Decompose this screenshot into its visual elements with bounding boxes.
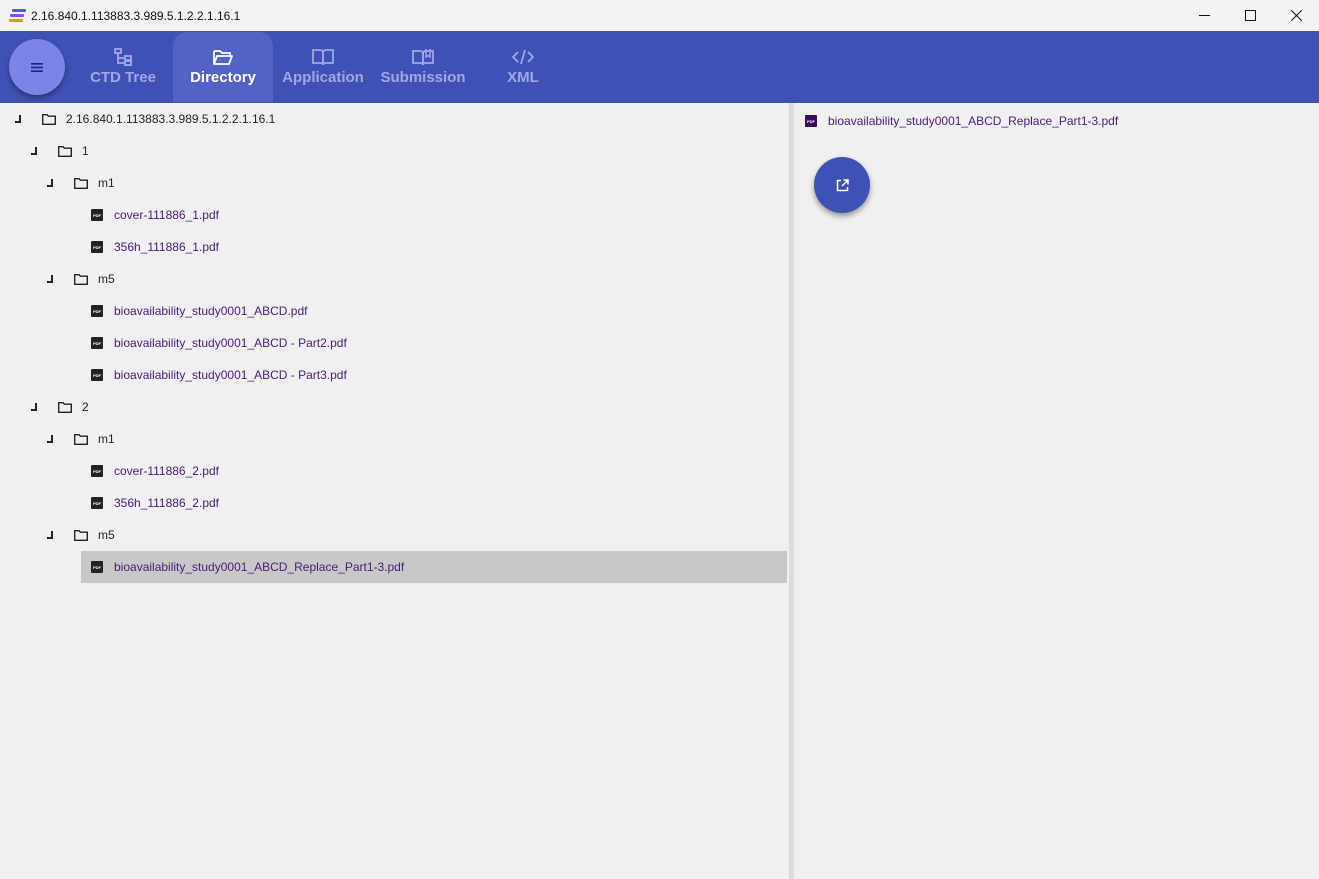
tree-node-file[interactable]: bioavailability_study0001_ABCD - Part3.p… [114,359,347,391]
selected-file-header: PDF bioavailability_study0001_ABCD_Repla… [805,113,1118,129]
tab-label: Submission [380,69,466,86]
folder-icon [74,178,88,189]
tab-label: XML [507,69,539,86]
tab-xml[interactable]: XML [473,31,573,103]
tree-node-file-selected[interactable]: bioavailability_study0001_ABCD_Replace_P… [114,551,404,583]
pdf-file-icon: PDF [805,115,817,127]
open-external-button[interactable] [814,157,870,213]
tab-ctd-tree[interactable]: CTD Tree [73,31,173,103]
tree-node-file[interactable]: cover-111886_1.pdf [114,199,219,231]
pdf-file-icon: PDF [91,241,103,253]
app-icon [9,8,26,24]
tree-node-folder[interactable]: m5 [98,263,115,295]
directory-tree[interactable]: 2.16.840.1.113883.3.989.5.1.2.2.1.16.1 1… [0,103,789,879]
expander-icon[interactable] [29,147,37,155]
minimize-icon[interactable] [1181,0,1227,31]
window-title: 2.16.840.1.113883.3.989.5.1.2.2.1.16.1 [31,8,241,23]
main-toolbar: CTD Tree Directory Application Submissio… [0,31,1319,103]
tab-label: Directory [190,69,256,86]
folder-icon [74,530,88,541]
tree-node-folder[interactable]: 2 [82,391,89,423]
folder-icon [58,402,72,413]
pdf-file-icon: PDF [91,209,103,221]
tree-node-file[interactable]: bioavailability_study0001_ABCD.pdf [114,295,307,327]
tab-label: CTD Tree [90,69,156,86]
code-icon [512,49,534,65]
tree-node-folder[interactable]: m1 [98,423,115,455]
expander-icon[interactable] [13,115,21,123]
tree-node-root[interactable]: 2.16.840.1.113883.3.989.5.1.2.2.1.16.1 [66,103,275,135]
tab-submission[interactable]: Submission [373,31,473,103]
selected-file-name: bioavailability_study0001_ABCD_Replace_P… [828,114,1119,128]
hamburger-menu-icon [31,62,43,72]
book-icon [312,49,334,66]
close-icon[interactable] [1273,0,1319,31]
tree-node-file[interactable]: 356h_111886_2.pdf [114,487,219,519]
tree-node-file[interactable]: cover-111886_2.pdf [114,455,219,487]
book-open-icon [412,49,434,66]
pdf-file-icon: PDF [91,305,103,317]
tree-node-folder[interactable]: m5 [98,519,115,551]
pdf-file-icon: PDF [91,337,103,349]
expander-icon[interactable] [45,435,53,443]
maximize-icon[interactable] [1227,0,1273,31]
file-detail-pane: PDF bioavailability_study0001_ABCD_Repla… [794,103,1319,879]
tab-application[interactable]: Application [273,31,373,103]
folder-icon [74,434,88,445]
folder-icon [74,274,88,285]
expander-icon[interactable] [45,179,53,187]
tree-node-file[interactable]: 356h_111886_1.pdf [114,231,219,263]
pdf-file-icon: PDF [91,369,103,381]
folder-icon [42,114,56,125]
pdf-file-icon: PDF [91,561,103,573]
folder-open-icon [213,50,233,65]
pdf-file-icon: PDF [91,497,103,509]
open-external-icon [836,178,849,191]
menu-button[interactable] [9,39,65,95]
tab-label: Application [282,69,364,86]
expander-icon[interactable] [45,275,53,283]
pdf-file-icon: PDF [91,465,103,477]
expander-icon[interactable] [29,403,37,411]
tree-node-folder[interactable]: 1 [82,135,89,167]
tree-node-folder[interactable]: m1 [98,167,115,199]
folder-icon [58,146,72,157]
tab-directory[interactable]: Directory [173,32,273,102]
tree-node-file[interactable]: bioavailability_study0001_ABCD - Part2.p… [114,327,347,359]
expander-icon[interactable] [45,531,53,539]
window-title-bar: 2.16.840.1.113883.3.989.5.1.2.2.1.16.1 [0,0,1319,31]
tree-icon [114,48,132,66]
